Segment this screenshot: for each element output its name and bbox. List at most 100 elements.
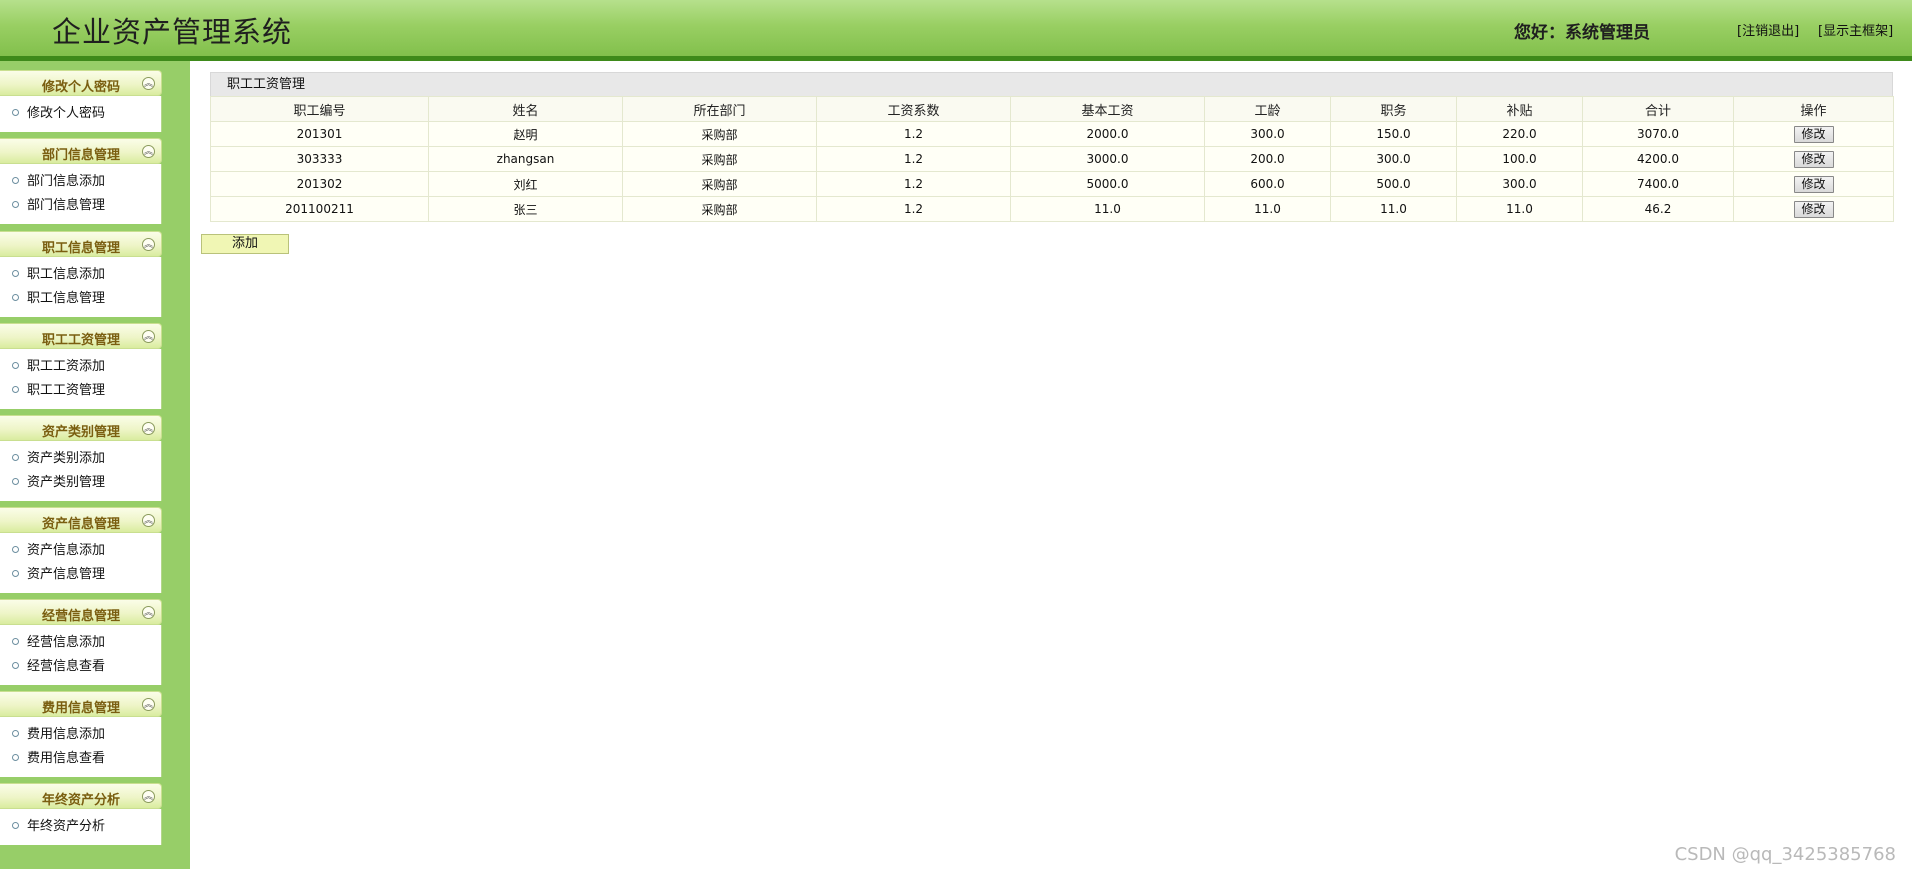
bullet-icon [12,177,19,184]
sidebar-item-business-add[interactable]: 经营信息添加 [0,631,161,655]
sidebar-item-annual-analysis[interactable]: 年终资产分析 [0,815,161,839]
edit-button[interactable]: 修改 [1793,175,1834,193]
cell-total: 3070.0 [1582,121,1734,147]
sidebar-group-body: 职工工资添加 职工工资管理 [0,349,162,409]
col-base-salary: 基本工资 [1010,96,1205,122]
bullet-icon [12,730,19,737]
sidebar-group-department: 部门信息管理 ︽ 部门信息添加 部门信息管理 [0,138,162,224]
sidebar-item-label: 职工信息管理 [27,291,106,306]
sidebar-item-label: 资产类别添加 [27,451,106,466]
sidebar-item-label: 年终资产分析 [27,819,106,834]
cell-employee-id: 303333 [210,146,429,172]
collapse-icon[interactable]: ︽ [142,606,155,619]
cell-salary-coefficient: 1.2 [816,171,1011,197]
cell-position: 500.0 [1330,171,1457,197]
bullet-icon [12,754,19,761]
sidebar-item-salary-manage[interactable]: 职工工资管理 [0,379,161,403]
sidebar-item-label: 资产信息添加 [27,543,106,558]
sidebar-item-change-password[interactable]: 修改个人密码 [0,102,161,126]
watermark-text: CSDN @qq_3425385768 [1674,844,1896,865]
cell-salary-coefficient: 1.2 [816,121,1011,147]
table-row: 201100211 张三 采购部 1.2 11.0 11.0 11.0 11.0… [210,196,1894,222]
col-position: 职务 [1330,96,1457,122]
sidebar-item-department-manage[interactable]: 部门信息管理 [0,194,161,218]
collapse-icon[interactable]: ︽ [142,238,155,251]
edit-button[interactable]: 修改 [1793,200,1834,218]
main-content: 职工工资管理 职工编号 姓名 所在部门 工资系数 基本工资 工龄 职务 补贴 合… [190,61,1912,869]
bullet-icon [12,201,19,208]
collapse-icon[interactable]: ︽ [142,145,155,158]
collapse-icon[interactable]: ︽ [142,330,155,343]
cell-actions: 修改 [1733,196,1894,222]
col-department: 所在部门 [622,96,817,122]
cell-total: 7400.0 [1582,171,1734,197]
collapse-icon[interactable]: ︽ [142,698,155,711]
sidebar-group-title: 职工工资管理 [41,333,120,348]
sidebar-item-business-view[interactable]: 经营信息查看 [0,655,161,679]
sidebar-group-header[interactable]: 资产信息管理 ︽ [0,507,162,533]
show-main-frame-link[interactable]: [显示主框架] [1818,20,1893,39]
sidebar-group-business: 经营信息管理 ︽ 经营信息添加 经营信息查看 [0,599,162,685]
cell-department: 采购部 [622,196,817,222]
collapse-icon[interactable]: ︽ [142,422,155,435]
sidebar-item-asset-info-add[interactable]: 资产信息添加 [0,539,161,563]
add-button[interactable]: 添加 [201,234,289,254]
col-actions: 操作 [1733,96,1894,122]
cell-base-salary: 11.0 [1010,196,1205,222]
sidebar-group-header[interactable]: 经营信息管理 ︽ [0,599,162,625]
sidebar-group-header[interactable]: 部门信息管理 ︽ [0,138,162,164]
sidebar-group-password: 修改个人密码 ︽ 修改个人密码 [0,70,162,132]
cell-actions: 修改 [1733,121,1894,147]
sidebar-item-asset-category-manage[interactable]: 资产类别管理 [0,471,161,495]
col-seniority: 工龄 [1204,96,1331,122]
sidebar-item-label: 经营信息添加 [27,635,106,650]
cell-allowance: 100.0 [1456,146,1583,172]
cell-name: zhangsan [428,146,623,172]
sidebar-group-header[interactable]: 费用信息管理 ︽ [0,691,162,717]
cell-total: 4200.0 [1582,146,1734,172]
cell-position: 150.0 [1330,121,1457,147]
sidebar-group-header[interactable]: 职工信息管理 ︽ [0,231,162,257]
sidebar-group-body: 费用信息添加 费用信息查看 [0,717,162,777]
sidebar-group-body: 资产类别添加 资产类别管理 [0,441,162,501]
sidebar-group-annual-analysis: 年终资产分析 ︽ 年终资产分析 [0,783,162,845]
sidebar-group-header[interactable]: 资产类别管理 ︽ [0,415,162,441]
cell-department: 采购部 [622,146,817,172]
sidebar-item-label: 职工工资添加 [27,359,106,374]
sidebar-group-header[interactable]: 年终资产分析 ︽ [0,783,162,809]
sidebar-item-employee-manage[interactable]: 职工信息管理 [0,287,161,311]
salary-panel: 职工工资管理 职工编号 姓名 所在部门 工资系数 基本工资 工龄 职务 补贴 合… [210,72,1894,222]
cell-department: 采购部 [622,171,817,197]
sidebar-item-department-add[interactable]: 部门信息添加 [0,170,161,194]
sidebar-item-label: 资产信息管理 [27,567,106,582]
sidebar-group-title: 年终资产分析 [41,793,120,808]
bullet-icon [12,546,19,553]
sidebar-group-header[interactable]: 修改个人密码 ︽ [0,70,162,96]
cell-department: 采购部 [622,121,817,147]
collapse-icon[interactable]: ︽ [142,77,155,90]
bullet-icon [12,386,19,393]
bullet-icon [12,478,19,485]
sidebar-group-body: 修改个人密码 [0,96,162,132]
sidebar-item-expense-view[interactable]: 费用信息查看 [0,747,161,771]
edit-button[interactable]: 修改 [1793,125,1834,143]
sidebar-item-salary-add[interactable]: 职工工资添加 [0,355,161,379]
cell-allowance: 11.0 [1456,196,1583,222]
table-header-row: 职工编号 姓名 所在部门 工资系数 基本工资 工龄 职务 补贴 合计 操作 [210,96,1894,122]
sidebar-item-asset-category-add[interactable]: 资产类别添加 [0,447,161,471]
logout-link[interactable]: [注销退出] [1737,20,1799,39]
sidebar-group-header[interactable]: 职工工资管理 ︽ [0,323,162,349]
sidebar-item-label: 职工工资管理 [27,383,106,398]
sidebar-item-employee-add[interactable]: 职工信息添加 [0,263,161,287]
collapse-icon[interactable]: ︽ [142,514,155,527]
sidebar-item-expense-add[interactable]: 费用信息添加 [0,723,161,747]
cell-name: 赵明 [428,121,623,147]
cell-allowance: 300.0 [1456,171,1583,197]
edit-button[interactable]: 修改 [1793,150,1834,168]
cell-salary-coefficient: 1.2 [816,146,1011,172]
cell-total: 46.2 [1582,196,1734,222]
sidebar-item-asset-info-manage[interactable]: 资产信息管理 [0,563,161,587]
collapse-icon[interactable]: ︽ [142,790,155,803]
sidebar-group-employee: 职工信息管理 ︽ 职工信息添加 职工信息管理 [0,231,162,317]
cell-actions: 修改 [1733,146,1894,172]
